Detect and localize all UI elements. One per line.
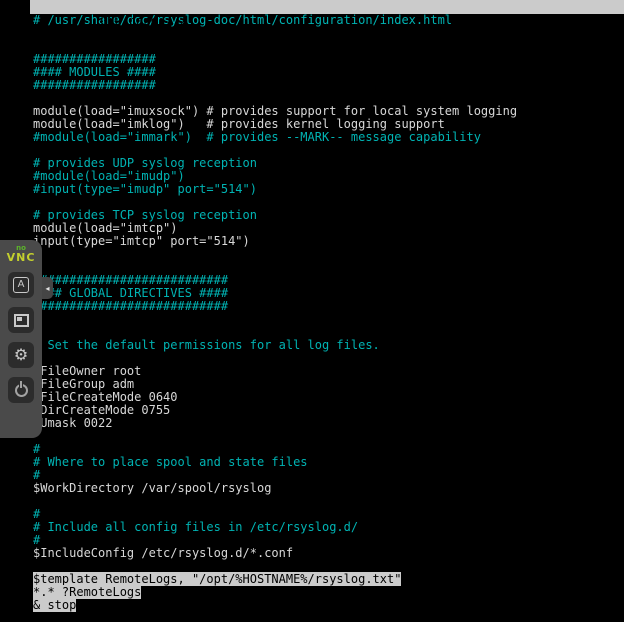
nano-terminal[interactable]: GNU nano 7.2 /etc/rsyslog. # /usr/share/… [30, 0, 624, 622]
editor-line: $IncludeConfig /etc/rsyslog.d/*.conf [33, 547, 624, 560]
editor-line: #input(type="imudp" port="514") [33, 183, 624, 196]
editor-line: #module(load="immark") # provides --MARK… [33, 131, 624, 144]
editor-line [33, 430, 624, 443]
editor-line: $DirCreateMode 0755 [33, 404, 624, 417]
keyboard-icon: A [13, 277, 29, 293]
editor-line: *.* ?RemoteLogs [33, 586, 624, 599]
editor-line [33, 313, 624, 326]
editor-area[interactable]: # /usr/share/doc/rsyslog-doc/html/config… [30, 14, 624, 612]
keyboard-button[interactable]: A [8, 272, 34, 298]
editor-line: & stop [33, 599, 624, 612]
editor-line: # Include all config files in /etc/rsysl… [33, 521, 624, 534]
selected-text: & stop [33, 598, 76, 612]
fullscreen-button[interactable] [8, 307, 34, 333]
editor-line: # Where to place spool and state files [33, 456, 624, 469]
power-button[interactable] [8, 377, 34, 403]
control-bar-handle[interactable]: ◂ [42, 277, 53, 299]
editor-line: input(type="imtcp" port="514") [33, 235, 624, 248]
collapse-arrow-icon: ◂ [45, 284, 49, 293]
fullscreen-icon [14, 314, 29, 327]
nano-version-label: GNU nano 7.2 [100, 14, 187, 28]
gear-icon: ⚙ [14, 347, 28, 363]
nano-filename-label: /etc/rsyslog. [529, 28, 623, 42]
settings-button[interactable]: ⚙ [8, 342, 34, 368]
editor-line [33, 495, 624, 508]
novnc-logo: no VNC [0, 240, 42, 263]
selected-text: *.* ?RemoteLogs [33, 585, 141, 599]
novnc-logo-vnc: VNC [0, 252, 42, 263]
power-icon [15, 384, 28, 397]
editor-line: # Set the default permissions for all lo… [33, 339, 624, 352]
editor-line [33, 248, 624, 261]
editor-line: $Umask 0022 [33, 417, 624, 430]
selected-text: $template RemoteLogs, "/opt/%HOSTNAME%/r… [33, 572, 401, 586]
nano-titlebar: GNU nano 7.2 /etc/rsyslog. [30, 0, 624, 14]
editor-line: ########################### [33, 300, 624, 313]
editor-line: $WorkDirectory /var/spool/rsyslog [33, 482, 624, 495]
novnc-control-bar: no VNC A ⚙ [0, 240, 42, 438]
editor-line: ################# [33, 79, 624, 92]
